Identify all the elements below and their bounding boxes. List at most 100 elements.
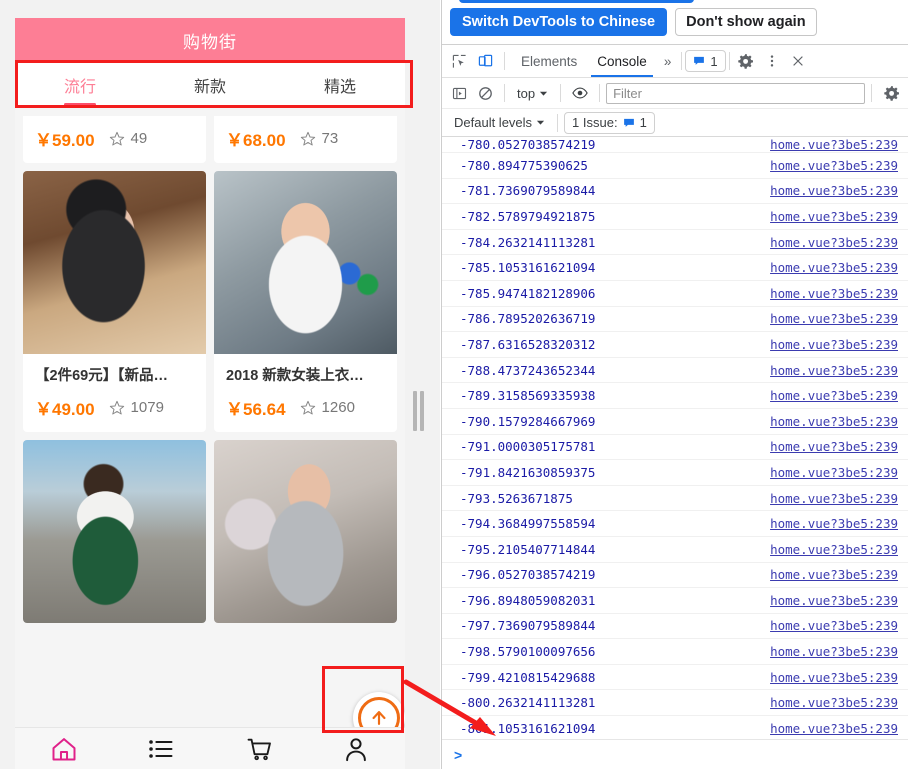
console-log-row[interactable]: -781.7369079589844home.vue?3be5:239 [442,179,908,205]
execution-context-select[interactable]: top [511,82,554,104]
console-log-row[interactable]: -791.0000305175781home.vue?3be5:239 [442,435,908,461]
tab-popular[interactable]: 流行 [15,62,145,107]
console-log-list[interactable]: -780.0527038574219home.vue?3be5:239-780.… [442,137,908,739]
console-log-source-link[interactable]: home.vue?3be5:239 [770,721,898,736]
console-log-source-link[interactable]: home.vue?3be5:239 [770,388,898,403]
console-log-source-link[interactable]: home.vue?3be5:239 [770,414,898,429]
console-log-row[interactable]: -785.9474182128906home.vue?3be5:239 [442,281,908,307]
gear-icon[interactable] [733,48,759,74]
console-log-source-link[interactable]: home.vue?3be5:239 [770,337,898,352]
console-level-bar: Default levels 1 Issue: 1 [442,109,908,137]
issues-summary-chip[interactable]: 1 Issue: 1 [564,112,655,134]
console-log-row[interactable]: -790.1579284667969home.vue?3be5:239 [442,409,908,435]
console-log-source-link[interactable]: home.vue?3be5:239 [770,158,898,173]
console-log-source-link[interactable]: home.vue?3be5:239 [770,235,898,250]
product-card-partial-1[interactable]: ￥59.00 49 [23,116,206,163]
more-tabs-button[interactable]: » [657,45,679,77]
settings-gear-icon [884,86,899,101]
nav-item-home[interactable] [15,735,113,763]
nav-item-cart[interactable] [210,735,308,763]
list-icon [147,735,175,763]
close-icon[interactable] [785,48,811,74]
console-log-source-link[interactable]: home.vue?3be5:239 [770,593,898,608]
product-card[interactable] [214,440,397,623]
console-log-row[interactable]: -786.7895202636719home.vue?3be5:239 [442,307,908,333]
console-filter-input[interactable] [606,83,865,104]
console-log-source-link[interactable]: home.vue?3be5:239 [770,209,898,224]
console-log-row[interactable]: -780.0527038574219 home.vue?3be5:239 [442,137,908,153]
console-log-row[interactable]: -801.1053161621094home.vue?3be5:239 [442,716,908,739]
console-log-row[interactable]: -780.894775390625home.vue?3be5:239 [442,153,908,179]
console-log-row[interactable]: -800.2632141113281home.vue?3be5:239 [442,690,908,716]
console-log-source-link[interactable]: home.vue?3be5:239 [770,644,898,659]
device-resize-handle[interactable] [411,390,425,432]
product-card-partial-2[interactable]: ￥68.00 73 [214,116,397,163]
kebab-menu-icon[interactable] [759,48,785,74]
console-log-row[interactable]: -791.8421630859375home.vue?3be5:239 [442,460,908,486]
console-log-source-link[interactable]: home.vue?3be5:239 [770,695,898,710]
console-log-row[interactable]: -795.2105407714844home.vue?3be5:239 [442,537,908,563]
console-log-source-link[interactable]: home.vue?3be5:239 [770,439,898,454]
console-input-prompt[interactable]: > [442,739,908,769]
tab-new[interactable]: 新款 [145,62,275,107]
resize-grip-bar [413,391,417,431]
tab-selected-label: 精选 [324,73,356,97]
star-icon [109,400,125,416]
tab-console[interactable]: Console [587,45,657,77]
console-log-row[interactable]: -787.6316528320312home.vue?3be5:239 [442,332,908,358]
product-card[interactable] [23,440,206,623]
console-log-source-link[interactable]: home.vue?3be5:239 [770,670,898,685]
console-log-source-link[interactable]: home.vue?3be5:239 [770,516,898,531]
tab-elements[interactable]: Elements [511,45,587,77]
product-image[interactable] [214,440,397,623]
console-log-source-link[interactable]: home.vue?3be5:239 [770,491,898,506]
arrow-up-icon [369,708,389,728]
product-image[interactable] [23,171,206,354]
console-log-source-link[interactable]: home.vue?3be5:239 [770,137,898,152]
console-log-source-link[interactable]: home.vue?3be5:239 [770,286,898,301]
console-log-row[interactable]: -785.1053161621094home.vue?3be5:239 [442,255,908,281]
product-card[interactable]: 2018 新款女装上衣… ￥56.64 1260 [214,171,397,432]
console-log-row[interactable]: -797.7369079589844home.vue?3be5:239 [442,614,908,640]
product-image[interactable] [214,171,397,354]
console-settings-icon[interactable] [878,80,904,106]
console-sidebar-icon[interactable] [446,80,472,106]
nav-item-category[interactable] [113,735,211,763]
console-log-row[interactable]: -796.0527038574219home.vue?3be5:239 [442,563,908,589]
product-meta: ￥68.00 73 [214,116,397,163]
product-title: 2018 新款女装上衣… [214,354,397,385]
switch-devtools-language-button[interactable]: Switch DevTools to Chinese [450,8,667,36]
console-log-row[interactable]: -798.5790100097656home.vue?3be5:239 [442,639,908,665]
product-card[interactable]: 【2件69元】【新品… ￥49.00 1079 [23,171,206,432]
console-log-row[interactable]: -796.8948059082031home.vue?3be5:239 [442,588,908,614]
console-log-row[interactable]: -794.3684997558594 home.vue?3be5:239 [442,511,908,537]
console-log-source-link[interactable]: home.vue?3be5:239 [770,311,898,326]
console-log-source-link[interactable]: home.vue?3be5:239 [770,260,898,275]
clear-console-icon[interactable] [472,80,498,106]
console-log-source-link[interactable]: home.vue?3be5:239 [770,618,898,633]
nav-item-profile[interactable] [308,735,406,763]
console-log-source-link[interactable]: home.vue?3be5:239 [770,363,898,378]
console-log-row[interactable]: -793.5263671875home.vue?3be5:239 [442,486,908,512]
inspect-element-icon[interactable] [446,48,472,74]
console-log-row[interactable]: -782.5789794921875home.vue?3be5:239 [442,204,908,230]
issues-counter-chip[interactable]: 1 [685,50,725,72]
console-log-value: -780.0527038574219 [460,137,595,152]
console-log-source-link[interactable]: home.vue?3be5:239 [770,542,898,557]
console-log-row[interactable]: -788.4737243652344home.vue?3be5:239 [442,358,908,384]
console-log-value: -794.3684997558594 [460,516,595,531]
tab-selected[interactable]: 精选 [275,62,405,107]
product-image[interactable] [23,440,206,623]
console-log-source-link[interactable]: home.vue?3be5:239 [770,567,898,582]
category-tab-bar[interactable]: 流行 新款 精选 [15,62,405,108]
console-log-row[interactable]: -799.4210815429688home.vue?3be5:239 [442,665,908,691]
log-levels-select[interactable]: Default levels [448,112,551,134]
console-log-source-link[interactable]: home.vue?3be5:239 [770,465,898,480]
console-log-row[interactable]: -784.2632141113281home.vue?3be5:239 [442,230,908,256]
bottom-nav-bar[interactable] [15,727,405,769]
console-log-row[interactable]: -789.3158569335938home.vue?3be5:239 [442,383,908,409]
dont-show-again-button[interactable]: Don't show again [675,8,816,36]
device-toolbar-icon[interactable] [472,48,498,74]
live-expression-icon[interactable] [567,80,593,106]
console-log-source-link[interactable]: home.vue?3be5:239 [770,183,898,198]
